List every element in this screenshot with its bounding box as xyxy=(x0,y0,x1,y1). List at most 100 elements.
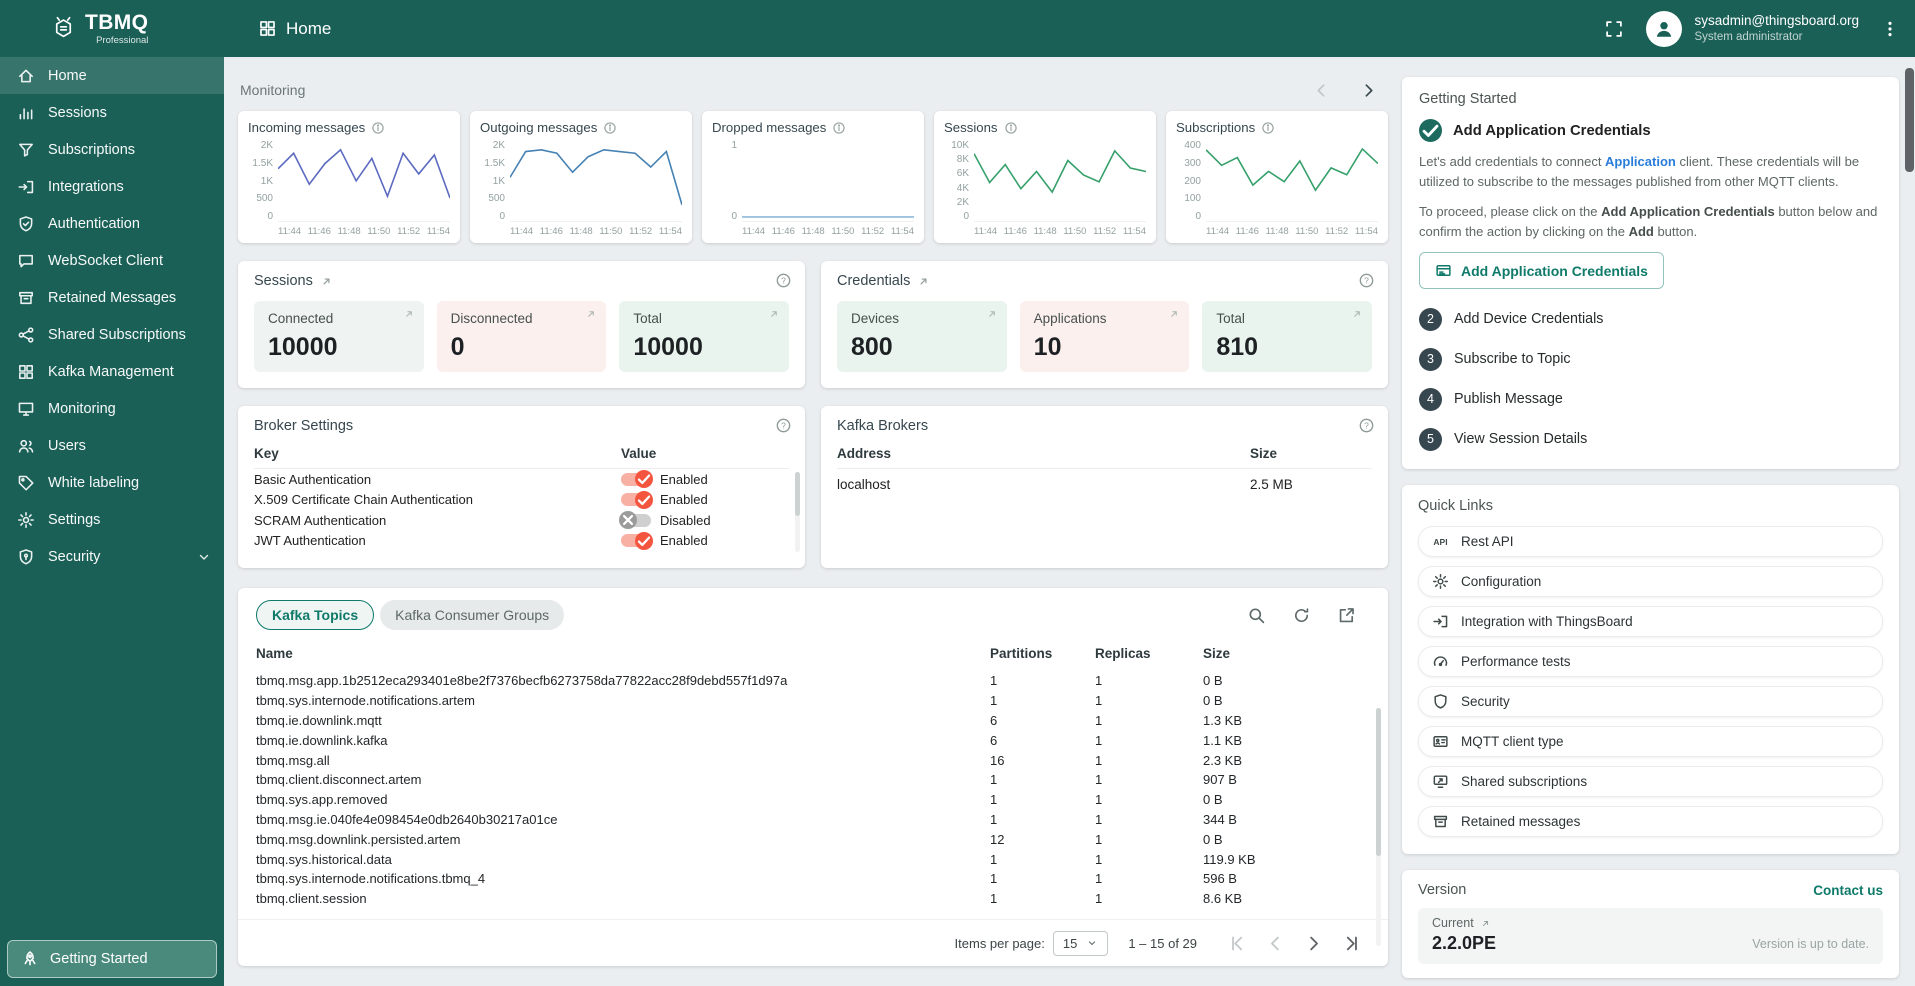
content: Monitoring Incoming messages2K1.5K1K5000… xyxy=(224,57,1915,986)
quick-link-security[interactable]: Security xyxy=(1418,686,1883,717)
kafka-topic-row[interactable]: tbmq.client.disconnect.artem11907 B xyxy=(256,770,1358,790)
avatar[interactable] xyxy=(1646,11,1682,47)
tbmq-logo[interactable]: TBMQ Professional xyxy=(0,12,224,46)
kafka-topics-card: Kafka Topics Kafka Consumer Groups Name … xyxy=(238,588,1388,966)
sidebar-item-authentication[interactable]: Authentication xyxy=(0,205,224,242)
credentials-devices-stat[interactable]: Devices800 xyxy=(837,301,1007,372)
prev-page-button[interactable] xyxy=(1265,933,1286,954)
topic-replicas: 1 xyxy=(1095,753,1203,768)
info-icon[interactable] xyxy=(603,121,617,135)
page-scrollbar[interactable] xyxy=(1905,60,1914,984)
kafka-topic-row[interactable]: tbmq.msg.app.1b2512eca293401e8be2f7376be… xyxy=(256,671,1358,691)
credentials-total-stat[interactable]: Total810 xyxy=(1202,301,1372,372)
items-per-page-select[interactable]: 15 xyxy=(1053,931,1108,956)
step-number-badge: 2 xyxy=(1419,308,1442,331)
stat-value: 10 xyxy=(1034,333,1176,362)
search-icon[interactable] xyxy=(1247,606,1266,625)
charts-prev-icon[interactable] xyxy=(1312,81,1331,100)
application-link[interactable]: Application xyxy=(1605,154,1676,169)
sidebar-item-security[interactable]: Security xyxy=(0,538,224,575)
kafka-topic-row[interactable]: tbmq.ie.downlink.mqtt611.3 KB xyxy=(256,711,1358,731)
getting-started-step-2[interactable]: 2Add Device Credentials xyxy=(1419,299,1882,339)
contact-us-link[interactable]: Contact us xyxy=(1813,883,1883,898)
sidebar-getting-started-button[interactable]: Getting Started xyxy=(7,940,217,978)
kafka-topic-row[interactable]: tbmq.ie.downlink.kafka611.1 KB xyxy=(256,730,1358,750)
fullscreen-icon[interactable] xyxy=(1604,19,1624,39)
chart-x-axis: 11:4411:4611:4811:5011:5211:54 xyxy=(974,222,1146,237)
sidebar-item-integrations[interactable]: Integrations xyxy=(0,168,224,205)
sidebar-item-home[interactable]: Home xyxy=(0,57,224,94)
quick-link-shared-subscriptions[interactable]: Shared subscriptions xyxy=(1418,766,1883,797)
quick-link-integration-with-thingsboard[interactable]: Integration with ThingsBoard xyxy=(1418,606,1883,637)
kafka-topic-row[interactable]: tbmq.sys.app.removed110 B xyxy=(256,790,1358,810)
stat-value: 810 xyxy=(1216,333,1358,362)
toggle-on-switch[interactable] xyxy=(621,493,651,506)
info-icon[interactable] xyxy=(832,121,846,135)
credentials-applications-stat[interactable]: Applications10 xyxy=(1020,301,1190,372)
getting-started-step-3[interactable]: 3Subscribe to Topic xyxy=(1419,339,1882,379)
sidebar-item-sessions[interactable]: Sessions xyxy=(0,94,224,131)
last-page-button[interactable] xyxy=(1341,933,1362,954)
toggle-off-switch[interactable] xyxy=(621,514,651,527)
sidebar-item-monitoring[interactable]: Monitoring xyxy=(0,390,224,427)
getting-started-step-4[interactable]: 4Publish Message xyxy=(1419,379,1882,419)
topic-name: tbmq.msg.app.1b2512eca293401e8be2f7376be… xyxy=(256,673,990,688)
next-page-button[interactable] xyxy=(1303,933,1324,954)
kafka-topic-row[interactable]: tbmq.sys.historical.data11119.9 KB xyxy=(256,849,1358,869)
help-icon[interactable]: ? xyxy=(775,272,792,289)
sidebar-item-kafka-management[interactable]: Kafka Management xyxy=(0,353,224,390)
kafka-topic-row[interactable]: tbmq.msg.downlink.persisted.artem1210 B xyxy=(256,829,1358,849)
first-page-button[interactable] xyxy=(1227,933,1248,954)
quick-link-mqtt-client-type[interactable]: MQTT client type xyxy=(1418,726,1883,757)
info-icon[interactable] xyxy=(1004,121,1018,135)
toggle-on-switch[interactable] xyxy=(621,473,651,486)
quick-link-configuration[interactable]: Configuration xyxy=(1418,566,1883,597)
kafka-broker-row: localhost 2.5 MB xyxy=(837,469,1372,499)
sidebar-item-shared-subscriptions[interactable]: Shared Subscriptions xyxy=(0,316,224,353)
open-in-new-icon[interactable] xyxy=(1337,606,1356,625)
info-icon[interactable] xyxy=(371,121,385,135)
sidebar-item-subscriptions[interactable]: Subscriptions xyxy=(0,131,224,168)
sidebar-item-websocket-client[interactable]: WebSocket Client xyxy=(0,242,224,279)
broker-setting-value: Disabled xyxy=(660,513,711,528)
broker-settings-scrollbar[interactable] xyxy=(795,472,800,552)
help-icon[interactable]: ? xyxy=(1358,417,1375,434)
info-icon[interactable] xyxy=(1261,121,1275,135)
sidebar-item-settings[interactable]: Settings xyxy=(0,501,224,538)
quick-link-rest-api[interactable]: APIRest API xyxy=(1418,526,1883,557)
topic-replicas: 1 xyxy=(1095,871,1203,886)
arrow-ne-icon xyxy=(320,275,333,288)
quick-link-performance-tests[interactable]: Performance tests xyxy=(1418,646,1883,677)
kafka-topic-row[interactable]: tbmq.sys.internode.notifications.tbmq_41… xyxy=(256,869,1358,889)
sidebar-item-white-labeling[interactable]: White labeling xyxy=(0,464,224,501)
topic-partitions: 16 xyxy=(990,753,1095,768)
kafka-topic-row[interactable]: tbmq.sys.internode.notifications.artem11… xyxy=(256,691,1358,711)
top-header: TBMQ Professional Home sysadmin@thingsbo… xyxy=(0,0,1915,57)
sessions-disconnected-stat[interactable]: Disconnected0 xyxy=(437,301,607,372)
kafka-topic-row[interactable]: tbmq.msg.ie.040fe4e098454e0db2640b30217a… xyxy=(256,810,1358,830)
charts-next-icon[interactable] xyxy=(1359,81,1378,100)
kafka-topic-row[interactable]: tbmq.msg.all1612.3 KB xyxy=(256,750,1358,770)
sidebar-item-label: Monitoring xyxy=(48,401,116,417)
tab-kafka-topics[interactable]: Kafka Topics xyxy=(256,600,374,630)
help-icon[interactable]: ? xyxy=(775,417,792,434)
help-icon[interactable]: ? xyxy=(1358,272,1375,289)
chart-plot xyxy=(974,140,1146,222)
tab-kafka-consumer-groups[interactable]: Kafka Consumer Groups xyxy=(380,600,564,630)
sidebar-item-users[interactable]: Users xyxy=(0,427,224,464)
page-range-label: 1 – 15 of 29 xyxy=(1128,936,1197,951)
refresh-icon[interactable] xyxy=(1292,606,1311,625)
toggle-on-switch[interactable] xyxy=(621,534,651,547)
sessions-connected-stat[interactable]: Connected10000 xyxy=(254,301,424,372)
getting-started-label: Getting Started xyxy=(50,951,148,967)
kafka-topic-row[interactable]: tbmq.client.session118.6 KB xyxy=(256,889,1358,909)
kebab-menu-icon[interactable] xyxy=(1881,19,1899,39)
quick-link-retained-messages[interactable]: Retained messages xyxy=(1418,806,1883,837)
sidebar-item-label: Integrations xyxy=(48,179,124,195)
sidebar-item-retained-messages[interactable]: Retained Messages xyxy=(0,279,224,316)
add-application-credentials-button[interactable]: Add Application Credentials xyxy=(1419,252,1664,289)
kafka-table-scrollbar[interactable] xyxy=(1376,708,1381,946)
topic-size: 1.3 KB xyxy=(1203,713,1358,728)
sessions-total-stat[interactable]: Total10000 xyxy=(619,301,789,372)
getting-started-step-5[interactable]: 5View Session Details xyxy=(1419,419,1882,459)
